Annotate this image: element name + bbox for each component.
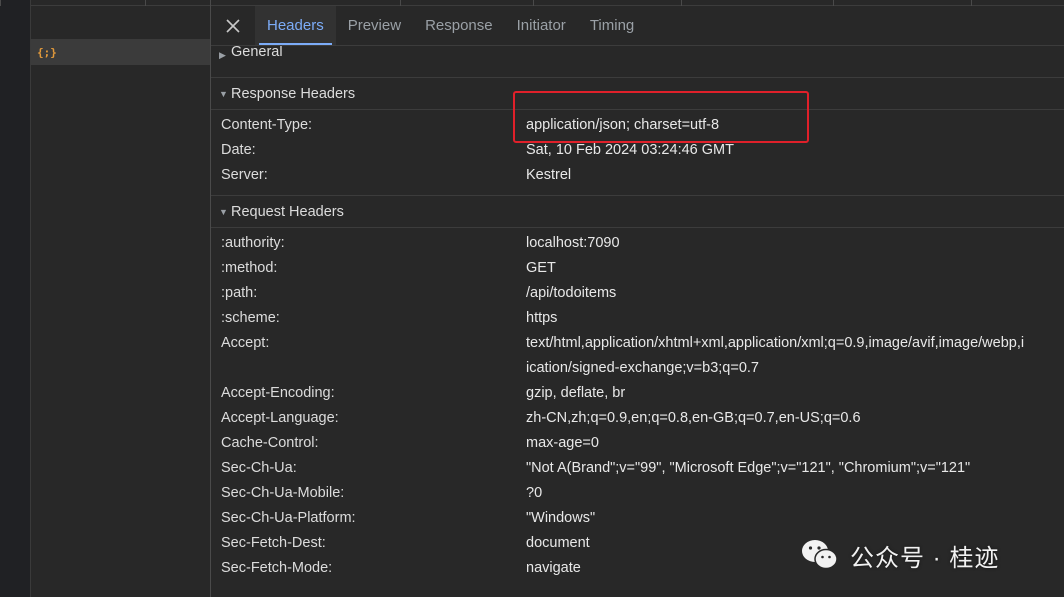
header-value: https: [526, 309, 558, 326]
response-headers-list: Content-Type: application/json; charset=…: [211, 110, 1064, 196]
header-value: localhost:7090: [526, 234, 620, 251]
request-row[interactable]: [31, 6, 210, 39]
request-row-selected[interactable]: {;}: [31, 39, 210, 65]
section-request-headers-header[interactable]: ▼ Request Headers: [211, 196, 1064, 228]
tab-headers[interactable]: Headers: [255, 6, 336, 45]
header-row: Sec-Ch-Ua-Mobile: ?0: [211, 480, 1064, 505]
header-row: Sec-Ch-Ua: "Not A(Brand";v="99", "Microso…: [211, 455, 1064, 480]
header-value: "Windows": [526, 509, 596, 526]
header-name: Sec-Fetch-Dest:: [221, 534, 326, 551]
header-name: Sec-Fetch-Mode:: [221, 559, 333, 576]
header-row: :scheme: https: [211, 305, 1064, 330]
header-row: Content-Type: application/json; charset=…: [211, 112, 1064, 137]
header-value: zh-CN,zh;q=0.9,en;q=0.8,en-GB;q=0.7,en-U…: [526, 409, 861, 426]
header-row-continuation: ication/signed-exchange;v=b3;q=0.7: [211, 355, 1064, 380]
section-general-header[interactable]: ▶ General: [211, 46, 1064, 78]
section-request-headers-title: Request Headers: [231, 203, 344, 220]
header-name: :path:: [221, 284, 258, 301]
header-row: Sec-Ch-Ua-Platform: "Windows": [211, 505, 1064, 530]
header-name: :method:: [221, 259, 278, 276]
tab-initiator[interactable]: Initiator: [505, 6, 578, 45]
header-name: Date:: [221, 141, 256, 158]
tab-preview[interactable]: Preview: [336, 6, 413, 45]
close-icon: [226, 18, 240, 33]
close-details-button[interactable]: [211, 6, 255, 45]
header-value: Kestrel: [526, 166, 572, 183]
header-name: Content-Type:: [221, 116, 313, 133]
header-value: navigate: [526, 559, 581, 576]
request-list: {;}: [31, 0, 211, 597]
header-name: Server:: [221, 166, 268, 183]
header-value: Sat, 10 Feb 2024 03:24:46 GMT: [526, 141, 734, 158]
header-row: Server: Kestrel: [211, 162, 1064, 187]
header-name: Accept:: [221, 334, 270, 351]
header-name: Sec-Ch-Ua-Platform:: [221, 509, 356, 526]
header-value: gzip, deflate, br: [526, 384, 626, 401]
header-name: Sec-Ch-Ua:: [221, 459, 297, 476]
header-value: text/html,application/xhtml+xml,applicat…: [526, 334, 1025, 351]
header-value: /api/todoitems: [526, 284, 617, 301]
section-response-headers-title: Response Headers: [231, 85, 356, 102]
section-general-title: General: [231, 46, 283, 60]
left-toolbar-strip: [0, 0, 31, 597]
watermark-text: 公众号 · 桂迹: [850, 544, 1000, 572]
header-value: "Not A(Brand";v="99", "Microsoft Edge";v…: [526, 459, 971, 476]
header-row: Date: Sat, 10 Feb 2024 03:24:46 GMT: [211, 137, 1064, 162]
header-value: ication/signed-exchange;v=b3;q=0.7: [526, 359, 759, 376]
request-headers-list: :authority: localhost:7090 :method: GET :p…: [211, 228, 1064, 580]
details-tabbar: Headers Preview Response Initiator Timin…: [211, 6, 1064, 46]
tab-timing[interactable]: Timing: [578, 6, 646, 45]
request-details-pane: Headers Preview Response Initiator Timin…: [211, 6, 1064, 597]
collapsed-triangle-icon: ▶: [219, 50, 226, 60]
header-name: Cache-Control:: [221, 434, 319, 451]
expanded-triangle-icon: ▼: [219, 88, 228, 99]
header-row: Cache-Control: max-age=0: [211, 430, 1064, 455]
header-value: document: [526, 534, 590, 551]
header-name: :authority:: [221, 234, 285, 251]
watermark: 公众号 · 桂迹: [800, 535, 999, 575]
tab-response[interactable]: Response: [413, 6, 505, 45]
header-row: Accept-Encoding: gzip, deflate, br: [211, 380, 1064, 405]
json-file-icon: {;}: [37, 45, 57, 59]
devtools-network-panel: {;} Headers Preview Response Initiator T…: [0, 0, 1064, 597]
header-value: GET: [526, 259, 556, 276]
header-name: Sec-Ch-Ua-Mobile:: [221, 484, 345, 501]
header-value: max-age=0: [526, 434, 599, 451]
header-row: :authority: localhost:7090: [211, 230, 1064, 255]
header-row: Accept-Language: zh-CN,zh;q=0.9,en;q=0.8,…: [211, 405, 1064, 430]
expanded-triangle-icon: ▼: [219, 206, 228, 217]
header-row: Accept: text/html,application/xhtml+xml,a…: [211, 330, 1064, 355]
header-row: :path: /api/todoitems: [211, 280, 1064, 305]
header-value: ?0: [526, 484, 543, 501]
wechat-logo-icon: [802, 540, 838, 570]
section-response-headers-header[interactable]: ▼ Response Headers: [211, 78, 1064, 110]
header-name: :scheme:: [221, 309, 280, 326]
header-name: Accept-Language:: [221, 409, 339, 426]
header-row: :method: GET: [211, 255, 1064, 280]
header-value: application/json; charset=utf-8: [526, 116, 720, 133]
header-name: Accept-Encoding:: [221, 384, 335, 401]
